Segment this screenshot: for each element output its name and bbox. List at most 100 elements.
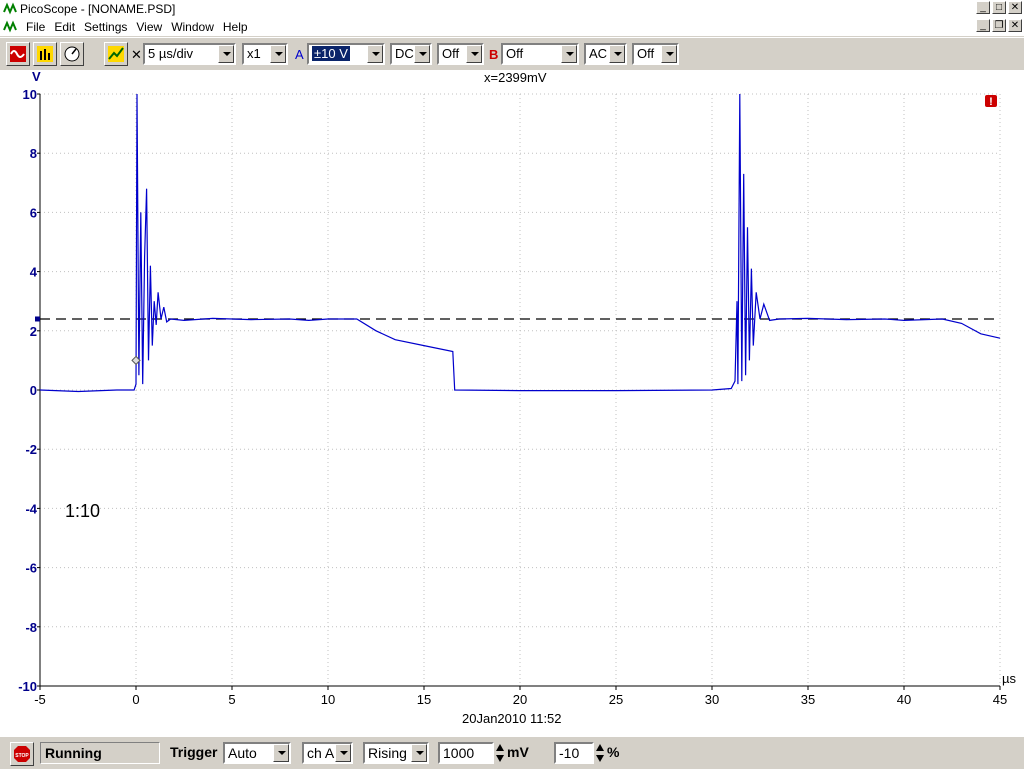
x-tick-label: 25 bbox=[609, 692, 623, 707]
y-tick-label: 10 bbox=[23, 87, 37, 102]
delay-unit: % bbox=[607, 744, 620, 760]
channel-a-coupling-select[interactable]: DC bbox=[390, 43, 432, 65]
menu-view[interactable]: View bbox=[135, 20, 167, 34]
chevron-down-icon[interactable] bbox=[411, 744, 427, 762]
chevron-down-icon[interactable] bbox=[367, 45, 383, 63]
probe-ratio-label: 1:10 bbox=[65, 501, 100, 521]
picoscope-app-icon bbox=[3, 2, 17, 15]
channel-a-coupling-value: DC bbox=[395, 46, 414, 61]
doc-minimize-button[interactable]: _ bbox=[976, 19, 990, 32]
threshold-spinner-icon[interactable] bbox=[495, 742, 505, 764]
window-title: PicoScope - [NONAME.PSD] bbox=[20, 2, 176, 16]
y-tick-label: -6 bbox=[25, 561, 37, 576]
channel-b-range-value: Off bbox=[506, 46, 524, 61]
trigger-edge-select[interactable]: Rising bbox=[363, 742, 429, 764]
x-tick-label: 40 bbox=[897, 692, 911, 707]
threshold-input[interactable]: 1000 bbox=[438, 742, 494, 764]
scope-icon bbox=[10, 46, 26, 62]
minimize-button[interactable]: _ bbox=[976, 1, 990, 14]
delay-input[interactable]: -10 bbox=[554, 742, 594, 764]
y-tick-label: 0 bbox=[30, 383, 37, 398]
trace-mode-button[interactable] bbox=[104, 42, 128, 66]
chevron-down-icon[interactable] bbox=[335, 744, 351, 762]
x-tick-label: 30 bbox=[705, 692, 719, 707]
y-tick-label: 2 bbox=[30, 324, 37, 339]
y-unit-label: V bbox=[32, 70, 41, 84]
exclamation-icon: ! bbox=[989, 96, 993, 108]
y-tick-label: 6 bbox=[30, 205, 37, 220]
channel-a-range-select[interactable]: ±10 V bbox=[307, 43, 385, 65]
doc-close-button[interactable]: ✕ bbox=[1008, 19, 1022, 32]
x-tick-label: 15 bbox=[417, 692, 431, 707]
chevron-down-icon[interactable] bbox=[661, 45, 677, 63]
chevron-down-icon[interactable] bbox=[273, 744, 289, 762]
x-tick-label: -5 bbox=[34, 692, 46, 707]
x-unit-label: µs bbox=[1002, 671, 1016, 686]
scope-mode-button[interactable] bbox=[6, 42, 30, 66]
threshold-unit: mV bbox=[507, 744, 529, 760]
trigger-mode-select[interactable]: Auto bbox=[223, 742, 291, 764]
chevron-down-icon[interactable] bbox=[218, 45, 234, 63]
trigger-edge-value: Rising bbox=[368, 745, 407, 761]
menu-edit[interactable]: Edit bbox=[53, 20, 80, 34]
warning-icon[interactable]: ! bbox=[985, 95, 997, 108]
channel-b-label: B bbox=[489, 47, 499, 62]
chevron-down-icon[interactable] bbox=[466, 45, 482, 63]
x-tick-label: 20 bbox=[513, 692, 527, 707]
y-tick-label: -4 bbox=[25, 501, 37, 516]
trigger-channel-select[interactable]: ch A bbox=[302, 742, 353, 764]
run-state: Running bbox=[40, 742, 160, 764]
x-cursor-icon[interactable]: ✕ bbox=[131, 47, 142, 63]
delay-spinner-icon[interactable] bbox=[595, 742, 605, 764]
spectrum-mode-button[interactable] bbox=[33, 42, 57, 66]
channel-b-coupling-value: AC bbox=[589, 46, 608, 61]
stop-icon: STOP bbox=[14, 746, 30, 762]
cursor-readout: x=2399mV bbox=[484, 70, 547, 85]
chevron-down-icon[interactable] bbox=[561, 45, 577, 63]
menu-bar: File Edit Settings View Window Help _ ❐ … bbox=[0, 18, 1024, 36]
menu-settings[interactable]: Settings bbox=[83, 20, 132, 34]
threshold-value: 1000 bbox=[443, 745, 475, 761]
cursor-handle[interactable] bbox=[35, 316, 40, 322]
menu-window[interactable]: Window bbox=[170, 20, 219, 34]
x-tick-label: 10 bbox=[321, 692, 335, 707]
channel-a-label: A bbox=[295, 47, 304, 62]
x-tick-label: 5 bbox=[228, 692, 235, 707]
svg-text:STOP: STOP bbox=[15, 753, 29, 759]
trigger-label: Trigger bbox=[170, 744, 218, 760]
y-tick-label: 8 bbox=[30, 146, 37, 161]
toolbar: ✕ 5 µs/div x1 A ±10 V DC Off B Off AC Of… bbox=[0, 37, 1024, 70]
x-axis: -5 0 5 10 15 20 25 30 35 40 45 bbox=[34, 686, 1007, 707]
document-icon bbox=[3, 20, 17, 33]
x-tick-label: 35 bbox=[801, 692, 815, 707]
channel-b-extra-select[interactable]: Off bbox=[632, 43, 679, 65]
doc-restore-button[interactable]: ❐ bbox=[992, 19, 1006, 32]
channel-b-coupling-select[interactable]: AC bbox=[584, 43, 627, 65]
y-tick-label: -2 bbox=[25, 442, 37, 457]
y-tick-label: 4 bbox=[30, 265, 38, 280]
channel-a-extra-select[interactable]: Off bbox=[437, 43, 484, 65]
multiplier-value: x1 bbox=[247, 46, 261, 61]
channel-a-range-value: ±10 V bbox=[312, 46, 350, 61]
chevron-down-icon[interactable] bbox=[414, 45, 430, 63]
menu-file[interactable]: File bbox=[25, 20, 50, 34]
scope-chart: 1086420-2-4-6-8-10 -5 0 5 10 15 20 25 30 35 40 45 … bbox=[18, 69, 1016, 726]
delay-value: -10 bbox=[559, 745, 580, 761]
chevron-down-icon[interactable] bbox=[270, 45, 286, 63]
scope-plot-area[interactable]: 10 8 6 4 2 0 -2 -4 -6 -8 -10 -5 0 5 10 15 20 25 30 35 40 45 … bbox=[0, 69, 1024, 736]
channel-b-range-select[interactable]: Off bbox=[501, 43, 579, 65]
y-tick-label: -8 bbox=[25, 620, 37, 635]
multiplier-select[interactable]: x1 bbox=[242, 43, 288, 65]
title-bar: PicoScope - [NONAME.PSD] _ □ ✕ bbox=[0, 0, 1024, 18]
close-button[interactable]: ✕ bbox=[1008, 1, 1022, 14]
meter-mode-button[interactable] bbox=[60, 42, 84, 66]
y-axis: 1086420-2-4-6-8-10 bbox=[18, 87, 40, 694]
channel-b-extra-value: Off bbox=[637, 46, 655, 61]
chevron-down-icon[interactable] bbox=[609, 45, 625, 63]
menu-help[interactable]: Help bbox=[222, 20, 253, 34]
timebase-select[interactable]: 5 µs/div bbox=[143, 43, 236, 65]
spectrum-icon bbox=[37, 46, 53, 62]
status-bar: STOP Running Trigger Auto ch A Rising 10… bbox=[0, 736, 1024, 769]
maximize-button[interactable]: □ bbox=[992, 1, 1006, 14]
stop-button[interactable]: STOP bbox=[10, 742, 34, 766]
